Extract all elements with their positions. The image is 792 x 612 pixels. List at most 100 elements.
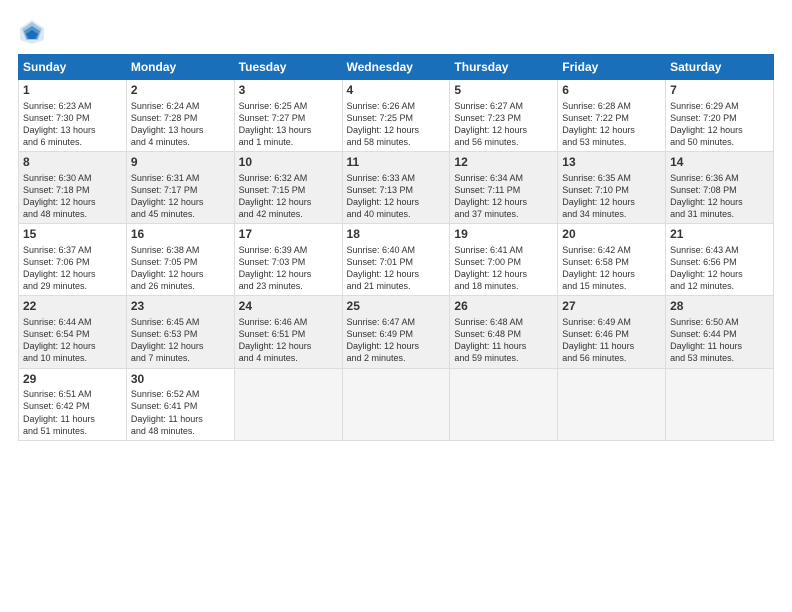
- calendar-cell: 7Sunrise: 6:29 AM Sunset: 7:20 PM Daylig…: [666, 80, 774, 152]
- calendar-cell: 24Sunrise: 6:46 AM Sunset: 6:51 PM Dayli…: [234, 296, 342, 368]
- calendar-cell: 6Sunrise: 6:28 AM Sunset: 7:22 PM Daylig…: [558, 80, 666, 152]
- day-number: 1: [23, 83, 122, 99]
- calendar-table: SundayMondayTuesdayWednesdayThursdayFrid…: [18, 54, 774, 441]
- day-info: Sunrise: 6:28 AM Sunset: 7:22 PM Dayligh…: [562, 100, 661, 149]
- header: [18, 18, 774, 46]
- day-number: 26: [454, 299, 553, 315]
- week-row-1: 1Sunrise: 6:23 AM Sunset: 7:30 PM Daylig…: [19, 80, 774, 152]
- day-number: 8: [23, 155, 122, 171]
- day-info: Sunrise: 6:50 AM Sunset: 6:44 PM Dayligh…: [670, 316, 769, 365]
- day-info: Sunrise: 6:38 AM Sunset: 7:05 PM Dayligh…: [131, 244, 230, 293]
- col-header-saturday: Saturday: [666, 55, 774, 80]
- calendar-cell: 23Sunrise: 6:45 AM Sunset: 6:53 PM Dayli…: [126, 296, 234, 368]
- day-info: Sunrise: 6:44 AM Sunset: 6:54 PM Dayligh…: [23, 316, 122, 365]
- calendar-cell: 28Sunrise: 6:50 AM Sunset: 6:44 PM Dayli…: [666, 296, 774, 368]
- calendar-cell: 17Sunrise: 6:39 AM Sunset: 7:03 PM Dayli…: [234, 224, 342, 296]
- day-info: Sunrise: 6:42 AM Sunset: 6:58 PM Dayligh…: [562, 244, 661, 293]
- day-info: Sunrise: 6:41 AM Sunset: 7:00 PM Dayligh…: [454, 244, 553, 293]
- day-number: 30: [131, 372, 230, 388]
- day-info: Sunrise: 6:52 AM Sunset: 6:41 PM Dayligh…: [131, 388, 230, 437]
- calendar-cell: 12Sunrise: 6:34 AM Sunset: 7:11 PM Dayli…: [450, 152, 558, 224]
- day-number: 19: [454, 227, 553, 243]
- calendar-cell: 13Sunrise: 6:35 AM Sunset: 7:10 PM Dayli…: [558, 152, 666, 224]
- day-info: Sunrise: 6:25 AM Sunset: 7:27 PM Dayligh…: [239, 100, 338, 149]
- day-number: 28: [670, 299, 769, 315]
- day-number: 3: [239, 83, 338, 99]
- day-info: Sunrise: 6:46 AM Sunset: 6:51 PM Dayligh…: [239, 316, 338, 365]
- day-info: Sunrise: 6:34 AM Sunset: 7:11 PM Dayligh…: [454, 172, 553, 221]
- calendar-cell: 15Sunrise: 6:37 AM Sunset: 7:06 PM Dayli…: [19, 224, 127, 296]
- day-info: Sunrise: 6:29 AM Sunset: 7:20 PM Dayligh…: [670, 100, 769, 149]
- col-header-sunday: Sunday: [19, 55, 127, 80]
- calendar-cell: 30Sunrise: 6:52 AM Sunset: 6:41 PM Dayli…: [126, 368, 234, 440]
- day-number: 9: [131, 155, 230, 171]
- day-number: 18: [347, 227, 446, 243]
- day-number: 14: [670, 155, 769, 171]
- day-number: 22: [23, 299, 122, 315]
- col-header-thursday: Thursday: [450, 55, 558, 80]
- day-info: Sunrise: 6:39 AM Sunset: 7:03 PM Dayligh…: [239, 244, 338, 293]
- day-number: 27: [562, 299, 661, 315]
- day-number: 7: [670, 83, 769, 99]
- day-number: 16: [131, 227, 230, 243]
- calendar-cell: 11Sunrise: 6:33 AM Sunset: 7:13 PM Dayli…: [342, 152, 450, 224]
- col-header-tuesday: Tuesday: [234, 55, 342, 80]
- page: SundayMondayTuesdayWednesdayThursdayFrid…: [0, 0, 792, 612]
- week-row-2: 8Sunrise: 6:30 AM Sunset: 7:18 PM Daylig…: [19, 152, 774, 224]
- calendar-cell: 9Sunrise: 6:31 AM Sunset: 7:17 PM Daylig…: [126, 152, 234, 224]
- day-info: Sunrise: 6:45 AM Sunset: 6:53 PM Dayligh…: [131, 316, 230, 365]
- calendar-cell: 18Sunrise: 6:40 AM Sunset: 7:01 PM Dayli…: [342, 224, 450, 296]
- day-info: Sunrise: 6:24 AM Sunset: 7:28 PM Dayligh…: [131, 100, 230, 149]
- calendar-cell: 29Sunrise: 6:51 AM Sunset: 6:42 PM Dayli…: [19, 368, 127, 440]
- day-info: Sunrise: 6:37 AM Sunset: 7:06 PM Dayligh…: [23, 244, 122, 293]
- day-info: Sunrise: 6:40 AM Sunset: 7:01 PM Dayligh…: [347, 244, 446, 293]
- day-number: 6: [562, 83, 661, 99]
- day-number: 21: [670, 227, 769, 243]
- calendar-cell: 8Sunrise: 6:30 AM Sunset: 7:18 PM Daylig…: [19, 152, 127, 224]
- calendar-cell: [342, 368, 450, 440]
- day-info: Sunrise: 6:51 AM Sunset: 6:42 PM Dayligh…: [23, 388, 122, 437]
- col-header-friday: Friday: [558, 55, 666, 80]
- day-info: Sunrise: 6:32 AM Sunset: 7:15 PM Dayligh…: [239, 172, 338, 221]
- day-number: 2: [131, 83, 230, 99]
- day-info: Sunrise: 6:27 AM Sunset: 7:23 PM Dayligh…: [454, 100, 553, 149]
- day-info: Sunrise: 6:35 AM Sunset: 7:10 PM Dayligh…: [562, 172, 661, 221]
- day-info: Sunrise: 6:47 AM Sunset: 6:49 PM Dayligh…: [347, 316, 446, 365]
- calendar-cell: 21Sunrise: 6:43 AM Sunset: 6:56 PM Dayli…: [666, 224, 774, 296]
- col-header-wednesday: Wednesday: [342, 55, 450, 80]
- calendar-cell: 4Sunrise: 6:26 AM Sunset: 7:25 PM Daylig…: [342, 80, 450, 152]
- calendar-cell: [450, 368, 558, 440]
- day-number: 4: [347, 83, 446, 99]
- day-info: Sunrise: 6:33 AM Sunset: 7:13 PM Dayligh…: [347, 172, 446, 221]
- calendar-cell: [666, 368, 774, 440]
- calendar-cell: 2Sunrise: 6:24 AM Sunset: 7:28 PM Daylig…: [126, 80, 234, 152]
- day-number: 10: [239, 155, 338, 171]
- calendar-cell: 10Sunrise: 6:32 AM Sunset: 7:15 PM Dayli…: [234, 152, 342, 224]
- day-number: 29: [23, 372, 122, 388]
- day-info: Sunrise: 6:43 AM Sunset: 6:56 PM Dayligh…: [670, 244, 769, 293]
- day-number: 13: [562, 155, 661, 171]
- day-number: 17: [239, 227, 338, 243]
- day-number: 23: [131, 299, 230, 315]
- calendar-cell: 5Sunrise: 6:27 AM Sunset: 7:23 PM Daylig…: [450, 80, 558, 152]
- calendar-cell: 20Sunrise: 6:42 AM Sunset: 6:58 PM Dayli…: [558, 224, 666, 296]
- day-info: Sunrise: 6:31 AM Sunset: 7:17 PM Dayligh…: [131, 172, 230, 221]
- col-header-monday: Monday: [126, 55, 234, 80]
- calendar-header-row: SundayMondayTuesdayWednesdayThursdayFrid…: [19, 55, 774, 80]
- day-number: 25: [347, 299, 446, 315]
- week-row-4: 22Sunrise: 6:44 AM Sunset: 6:54 PM Dayli…: [19, 296, 774, 368]
- calendar-cell: 25Sunrise: 6:47 AM Sunset: 6:49 PM Dayli…: [342, 296, 450, 368]
- logo: [18, 18, 52, 46]
- calendar-cell: 22Sunrise: 6:44 AM Sunset: 6:54 PM Dayli…: [19, 296, 127, 368]
- day-info: Sunrise: 6:48 AM Sunset: 6:48 PM Dayligh…: [454, 316, 553, 365]
- calendar-cell: 16Sunrise: 6:38 AM Sunset: 7:05 PM Dayli…: [126, 224, 234, 296]
- calendar-cell: 14Sunrise: 6:36 AM Sunset: 7:08 PM Dayli…: [666, 152, 774, 224]
- calendar-cell: [234, 368, 342, 440]
- day-number: 24: [239, 299, 338, 315]
- calendar-cell: 1Sunrise: 6:23 AM Sunset: 7:30 PM Daylig…: [19, 80, 127, 152]
- calendar-cell: 3Sunrise: 6:25 AM Sunset: 7:27 PM Daylig…: [234, 80, 342, 152]
- day-info: Sunrise: 6:26 AM Sunset: 7:25 PM Dayligh…: [347, 100, 446, 149]
- day-info: Sunrise: 6:23 AM Sunset: 7:30 PM Dayligh…: [23, 100, 122, 149]
- calendar-cell: 19Sunrise: 6:41 AM Sunset: 7:00 PM Dayli…: [450, 224, 558, 296]
- day-number: 20: [562, 227, 661, 243]
